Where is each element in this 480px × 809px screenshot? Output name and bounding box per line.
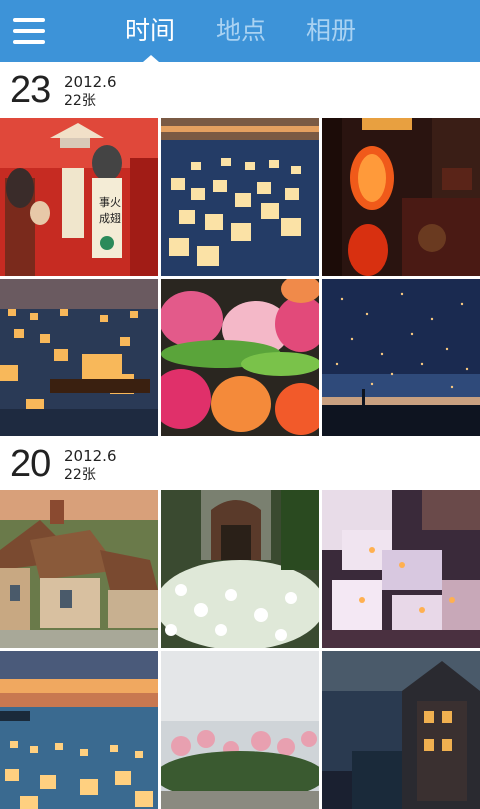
top-bar: 时间 地点 相册 xyxy=(0,0,480,62)
date-month: 2012.6 xyxy=(64,73,117,91)
photo-thumbnail[interactable] xyxy=(161,490,319,648)
hamburger-menu-icon[interactable] xyxy=(13,18,45,44)
photo-thumbnail[interactable] xyxy=(322,118,480,276)
photo-thumbnail[interactable] xyxy=(161,279,319,437)
date-month: 2012.6 xyxy=(64,447,117,465)
photo-thumbnail[interactable] xyxy=(322,279,480,437)
photo-thumbnail[interactable]: 事火 成翅 xyxy=(0,118,158,276)
date-day: 20 xyxy=(10,443,51,485)
photo-thumbnail[interactable] xyxy=(322,651,480,809)
date-header: 23 2012.6 22张 xyxy=(0,62,480,118)
photo-thumbnail[interactable] xyxy=(0,279,158,437)
photo-thumbnail[interactable] xyxy=(0,490,158,648)
tab-time[interactable]: 时间 xyxy=(122,14,178,48)
date-day: 23 xyxy=(10,69,51,111)
photo-thumbnail[interactable] xyxy=(161,651,319,809)
photo-thumbnail[interactable] xyxy=(161,118,319,276)
date-header: 20 2012.6 22张 xyxy=(0,436,480,492)
photo-count: 22张 xyxy=(64,467,96,483)
photo-count: 22张 xyxy=(64,93,96,109)
active-tab-indicator xyxy=(143,55,159,62)
photo-thumbnail[interactable] xyxy=(0,651,158,809)
svg-text:成翅: 成翅 xyxy=(99,211,121,225)
tab-places[interactable]: 地点 xyxy=(213,14,269,48)
photo-thumbnail[interactable] xyxy=(322,490,480,648)
svg-text:事火: 事火 xyxy=(99,196,121,209)
tab-albums[interactable]: 相册 xyxy=(303,14,359,48)
